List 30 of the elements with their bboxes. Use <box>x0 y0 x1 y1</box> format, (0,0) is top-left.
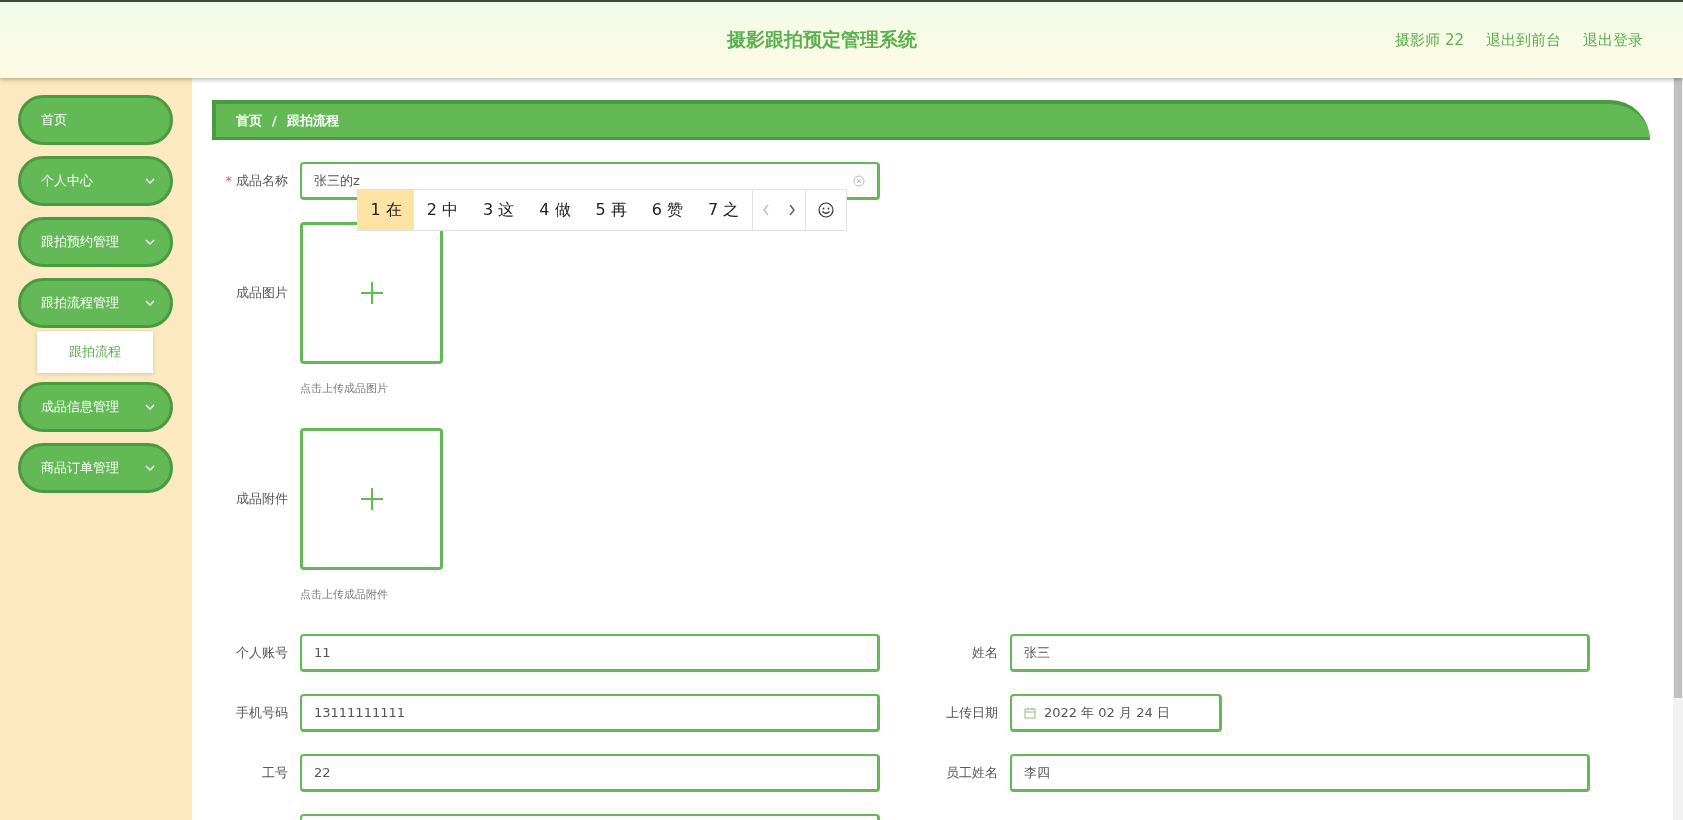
field-label: * 成品名称 <box>225 173 288 188</box>
field-label: 成品附件 <box>236 491 288 506</box>
ime-candidate[interactable]: 1 在 <box>358 190 415 230</box>
field-label: 姓名 <box>972 645 998 660</box>
breadcrumb-separator: / <box>272 113 277 128</box>
field-label: 工号 <box>262 765 288 780</box>
clear-icon[interactable] <box>853 174 865 187</box>
field-label: 上传日期 <box>946 705 998 720</box>
plus-icon <box>359 281 384 305</box>
input-field[interactable]: 张三 <box>1010 634 1590 672</box>
input-field[interactable]: 李四 <box>1010 754 1590 792</box>
field-label: 手机号码 <box>236 705 288 720</box>
chevron-right-icon[interactable] <box>787 204 796 216</box>
input-field[interactable]: 22 <box>300 754 880 792</box>
input-field[interactable]: 13111111111 <box>300 694 880 732</box>
scrollbar[interactable] <box>1673 78 1683 820</box>
field-label: 个人账号 <box>236 645 288 660</box>
field-label: 员工姓名 <box>946 765 998 780</box>
input-field[interactable]: 11 <box>300 634 880 672</box>
plus-icon <box>359 487 384 511</box>
upload-hint: 点击上传成品图片 <box>300 381 389 396</box>
date-field[interactable]: 2022 年 02 月 24 日 <box>1010 694 1222 732</box>
upload-area[interactable] <box>300 222 443 364</box>
field-label: 成品图片 <box>236 285 288 300</box>
app-title: 摄影跟拍预定管理系统 <box>726 27 917 52</box>
upload-area[interactable] <box>300 428 443 570</box>
calendar-icon <box>1024 706 1036 719</box>
smiley-icon[interactable] <box>817 202 834 218</box>
chevron-left-icon[interactable] <box>761 204 770 216</box>
upload-hint: 点击上传成品附件 <box>300 587 389 602</box>
